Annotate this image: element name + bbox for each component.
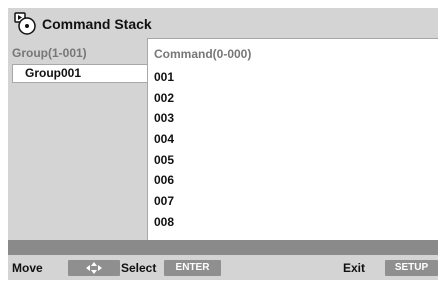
status-bar bbox=[8, 240, 438, 255]
exit-hint-label: Exit bbox=[343, 261, 366, 275]
command-item[interactable]: 004 bbox=[154, 129, 174, 150]
group-list-header: Group(1-001) bbox=[12, 46, 87, 60]
command-item[interactable]: 005 bbox=[154, 150, 174, 171]
command-list-header: Command(0-000) bbox=[154, 47, 252, 61]
command-item[interactable]: 007 bbox=[154, 191, 174, 212]
command-item[interactable]: 006 bbox=[154, 170, 174, 191]
command-list: 001 002 003 004 005 006 007 008 bbox=[154, 67, 174, 233]
select-hint-label: Select bbox=[121, 261, 157, 275]
command-item[interactable]: 002 bbox=[154, 88, 174, 109]
setup-key-badge: SETUP bbox=[385, 260, 438, 276]
move-hint-label: Move bbox=[12, 261, 43, 275]
command-stack-icon bbox=[13, 11, 37, 35]
command-list-panel: Command(0-000) 001 002 003 004 005 006 0… bbox=[147, 38, 438, 243]
command-stack-window: Command Stack Group(1-001) Group001 Comm… bbox=[8, 8, 438, 280]
dpad-arrows-icon bbox=[68, 260, 120, 276]
title-bar: Command Stack bbox=[8, 8, 438, 38]
window-title: Command Stack bbox=[42, 16, 152, 32]
command-item[interactable]: 001 bbox=[154, 67, 174, 88]
command-item[interactable]: 003 bbox=[154, 108, 174, 129]
command-item[interactable]: 008 bbox=[154, 212, 174, 233]
key-guide-bar: Move Select ENTER Exit SETUP bbox=[8, 258, 438, 280]
group-list-item[interactable]: Group001 bbox=[12, 64, 148, 83]
enter-key-badge: ENTER bbox=[164, 260, 221, 276]
